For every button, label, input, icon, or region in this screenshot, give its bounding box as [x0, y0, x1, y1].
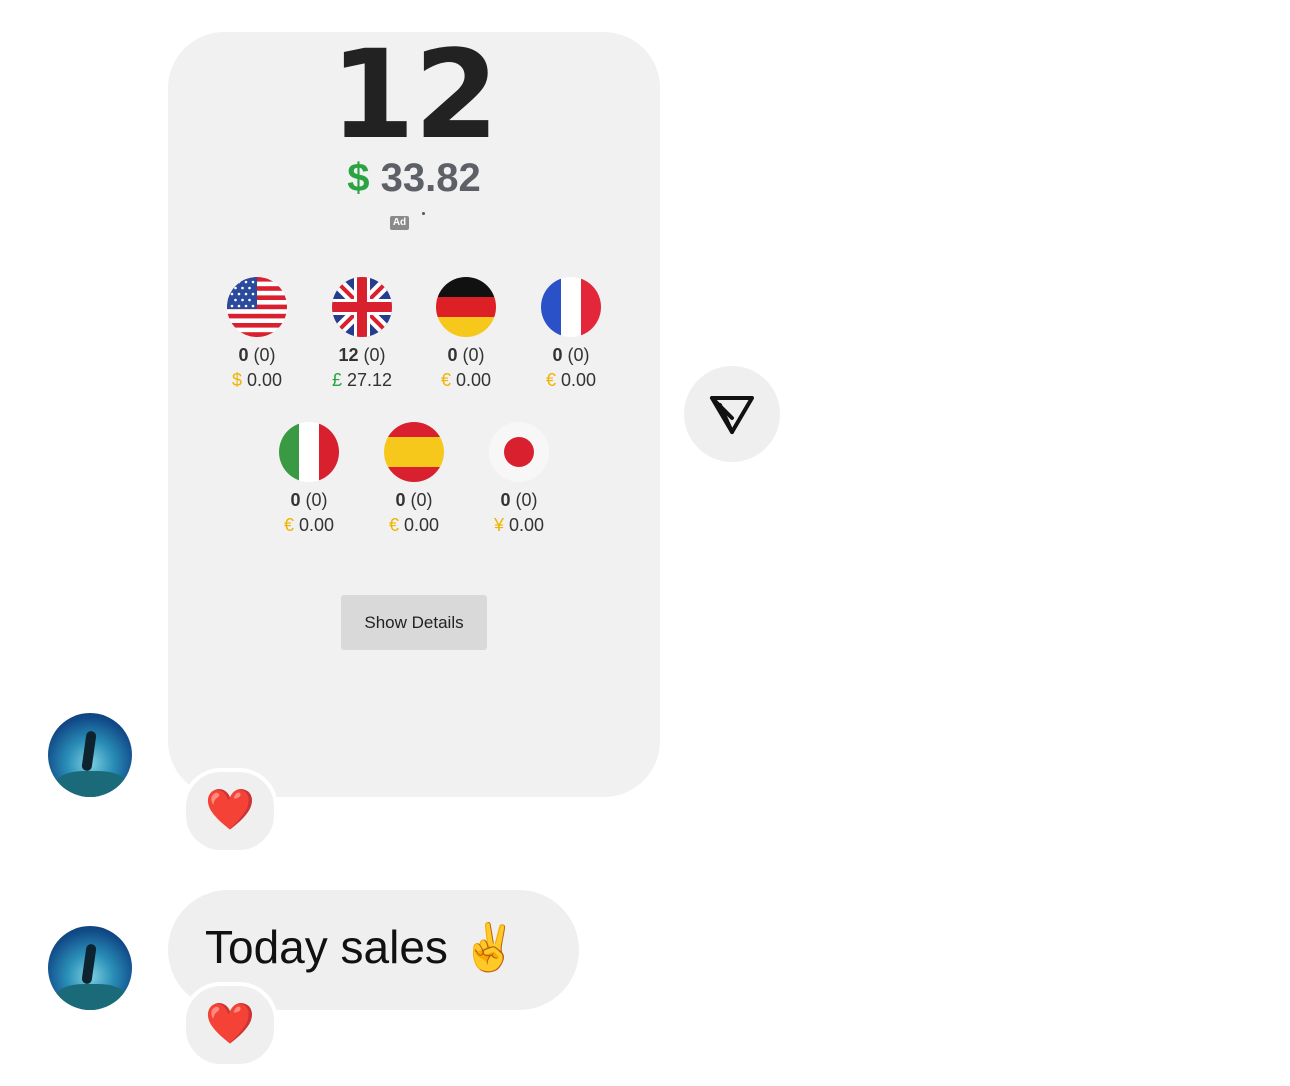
share-button[interactable]: [684, 366, 780, 462]
heart-reaction[interactable]: ❤️: [182, 982, 278, 1068]
market-es: 0 (0) € 0.00: [362, 422, 466, 536]
sales-card: 12 $ 33.82 Ad 0 (0) $ 0.00 12 (0) £ 27.1…: [168, 24, 660, 797]
heart-icon: ❤️: [205, 1002, 255, 1046]
message-text: Today sales: [205, 921, 448, 973]
market-jp: 0 (0) ¥ 0.00: [467, 422, 571, 536]
heart-reaction[interactable]: ❤️: [182, 768, 278, 854]
jp-flag-icon: [489, 422, 549, 482]
profile-avatar[interactable]: [48, 713, 132, 797]
show-details-button[interactable]: Show Details: [341, 595, 487, 650]
market-us: 0 (0) $ 0.00: [205, 277, 309, 391]
it-flag-icon: [279, 422, 339, 482]
total-revenue: $ 33.82: [168, 156, 660, 201]
market-it: 0 (0) € 0.00: [257, 422, 361, 536]
profile-avatar[interactable]: [48, 926, 132, 1010]
total-currency-symbol: $: [347, 156, 370, 200]
market-de: 0 (0) € 0.00: [414, 277, 518, 391]
heart-icon: ❤️: [205, 788, 255, 832]
ad-badge[interactable]: Ad: [390, 216, 409, 230]
total-count: 12: [330, 24, 499, 166]
de-flag-icon: [436, 277, 496, 337]
es-flag-icon: [384, 422, 444, 482]
market-fr: 0 (0) € 0.00: [519, 277, 623, 391]
paper-plane-icon: [710, 396, 754, 434]
us-flag-icon: [227, 277, 287, 337]
ad-dot: [422, 212, 425, 215]
uk-flag-icon: [332, 277, 392, 337]
victory-hand-icon: ✌️: [460, 921, 518, 973]
total-revenue-value: 33.82: [380, 156, 481, 200]
fr-flag-icon: [541, 277, 601, 337]
market-uk: 12 (0) £ 27.12: [310, 277, 414, 391]
